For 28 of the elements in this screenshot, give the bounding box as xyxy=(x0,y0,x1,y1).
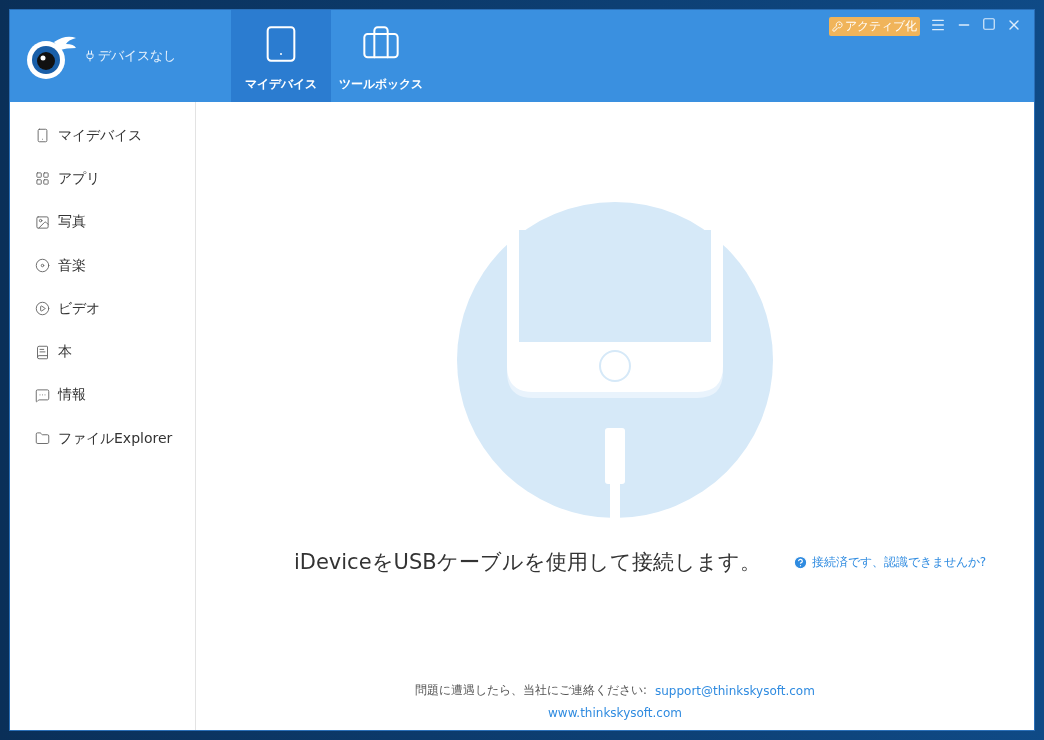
help-icon xyxy=(792,554,808,570)
folder-icon xyxy=(35,431,50,447)
sidebar-item[interactable]: 情報 xyxy=(10,373,195,418)
connect-message: iDeviceをUSBケーブルを使用して接続します。 xyxy=(293,549,761,576)
email-link[interactable]: support@thinkskysoft.com xyxy=(655,683,815,698)
chat-icon xyxy=(35,387,50,403)
device-status: デバイスなし xyxy=(84,47,176,65)
plug-icon xyxy=(84,50,96,62)
key-icon xyxy=(832,21,843,32)
top-tab[interactable]: マイデバイス xyxy=(231,10,331,102)
sidebar-item[interactable]: 本 xyxy=(10,330,195,374)
play-icon xyxy=(35,301,50,317)
sidebar-item[interactable]: マイデバイス xyxy=(10,114,195,158)
menu-icon[interactable] xyxy=(930,17,946,33)
sidebar-item[interactable]: 写真 xyxy=(10,200,195,244)
contact-text: 問題に遭遇したら、当社にご連絡ください: xyxy=(415,683,647,698)
grid-icon xyxy=(35,171,50,187)
sidebar-item[interactable]: ファイルExplorer xyxy=(10,417,195,461)
sidebar-item[interactable]: 音楽 xyxy=(10,243,195,288)
disc-icon xyxy=(35,258,50,274)
help-link[interactable]: 接続済です、認識できませんか? xyxy=(792,553,987,571)
sidebar-item[interactable]: ビデオ xyxy=(10,287,195,331)
maximize-icon[interactable] xyxy=(982,17,996,31)
website-link[interactable]: www.thinkskysoft.com xyxy=(548,706,682,720)
image-icon xyxy=(35,214,50,230)
book-icon xyxy=(35,344,50,360)
phone-icon xyxy=(35,128,50,144)
sidebar-item[interactable]: アプリ xyxy=(10,157,195,201)
